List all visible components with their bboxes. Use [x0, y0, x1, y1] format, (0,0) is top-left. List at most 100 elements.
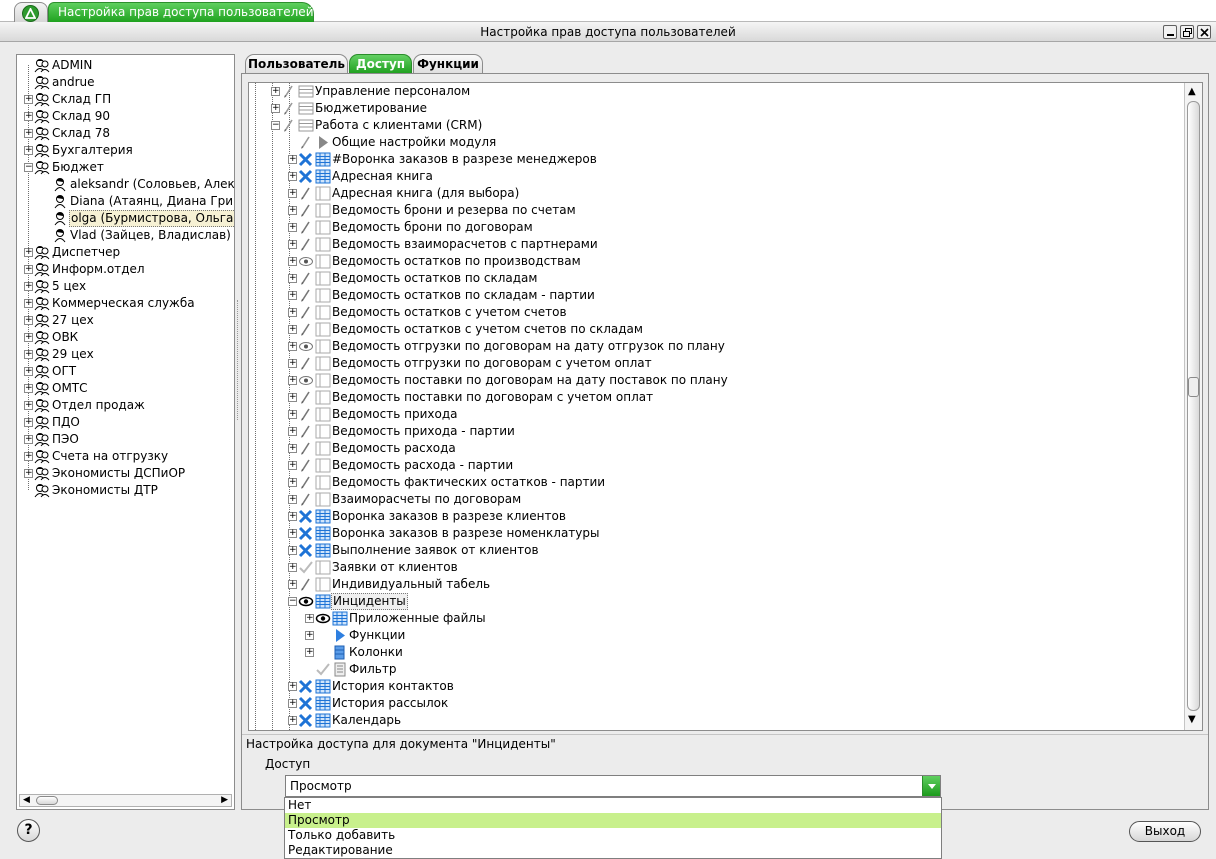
tree-item[interactable]: + Взаиморасчеты по договорам — [249, 491, 1179, 508]
tree-item[interactable]: + ПДО — [17, 414, 234, 431]
tree-item[interactable]: + Управление персоналом — [249, 83, 1179, 100]
tree-item[interactable]: + История рассылок — [249, 695, 1179, 712]
tree-item[interactable]: + Воронка заказов в разрезе номенклатуры — [249, 525, 1179, 542]
tree-item[interactable]: + Бухгалтерия — [17, 142, 234, 159]
tree-item[interactable]: − Инциденты — [249, 593, 1179, 610]
expand-icon[interactable]: + — [24, 435, 33, 444]
expand-icon[interactable]: + — [24, 316, 33, 325]
access-select[interactable]: Просмотр — [285, 775, 941, 797]
expand-icon[interactable]: + — [24, 367, 33, 376]
expand-icon[interactable]: + — [288, 291, 297, 300]
tree-item[interactable]: + Ведомость поставки по договорам на дату… — [249, 372, 1179, 389]
tree-item[interactable]: + Индивидуальный табель — [249, 576, 1179, 593]
tree-item[interactable]: + Ведомость остатков по складам — [249, 270, 1179, 287]
users-tree[interactable]: ADMIN andrue + Склад ГП + Склад 90 + Склад 78 + Б… — [17, 55, 234, 792]
expand-icon[interactable]: + — [24, 384, 33, 393]
tree-item[interactable]: + Ведомость прихода — [249, 406, 1179, 423]
tree-item[interactable]: + Ведомость отгрузки по договорам на дату… — [249, 338, 1179, 355]
expand-icon[interactable]: + — [288, 274, 297, 283]
expand-icon[interactable]: + — [288, 206, 297, 215]
tree-item[interactable]: + Ведомость остатков с учетом счетов — [249, 304, 1179, 321]
scroll-up-icon[interactable]: ▲ — [1188, 86, 1196, 97]
collapse-icon[interactable]: − — [24, 163, 33, 172]
expand-icon[interactable]: + — [288, 376, 297, 385]
tree-item[interactable]: + Ведомость остатков по производствам — [249, 253, 1179, 270]
tree-item[interactable]: + Счета на отгрузку — [17, 448, 234, 465]
tree-item[interactable]: + Отдел продаж — [17, 397, 234, 414]
tree-item[interactable]: − Бюджет — [17, 159, 234, 176]
expand-icon[interactable]: + — [288, 240, 297, 249]
expand-icon[interactable]: + — [24, 95, 33, 104]
expand-icon[interactable]: + — [24, 248, 33, 257]
dropdown-button[interactable] — [922, 776, 940, 796]
scrollbar-thumb[interactable] — [36, 796, 58, 805]
expand-icon[interactable]: + — [288, 223, 297, 232]
tree-item[interactable]: ADMIN — [17, 57, 234, 74]
expand-icon[interactable]: + — [288, 444, 297, 453]
dropdown-option-add-only[interactable]: Только добавить — [285, 828, 941, 843]
window-tab[interactable]: Настройка прав доступа пользователей — [48, 2, 314, 22]
tree-item[interactable]: Фильтр — [249, 661, 1179, 678]
expand-icon[interactable]: + — [288, 580, 297, 589]
users-tree-hscrollbar[interactable]: ◀ ▶ — [19, 794, 232, 807]
expand-icon[interactable]: + — [24, 112, 33, 121]
tree-item[interactable]: + Ведомость брони и резерва по счетам — [249, 202, 1179, 219]
tree-item[interactable]: + Ведомость фактических остатков - партии — [249, 474, 1179, 491]
help-button[interactable]: ? — [17, 819, 40, 842]
expand-icon[interactable]: + — [24, 333, 33, 342]
panel-splitter[interactable] — [237, 300, 240, 420]
tree-item[interactable]: + Ведомость взаиморасчетов с партнерами — [249, 236, 1179, 253]
tree-item[interactable]: + Выполнение заявок от клиентов — [249, 542, 1179, 559]
tree-item[interactable]: + ОГТ — [17, 363, 234, 380]
expand-icon[interactable]: + — [24, 299, 33, 308]
expand-icon[interactable]: + — [288, 393, 297, 402]
expand-icon[interactable]: + — [305, 631, 314, 640]
expand-icon[interactable]: + — [288, 308, 297, 317]
dropdown-option-view[interactable]: Просмотр — [285, 813, 941, 828]
tree-item[interactable]: + Склад ГП — [17, 91, 234, 108]
tree-item[interactable]: + Функции — [249, 627, 1179, 644]
dropdown-option-none[interactable]: Нет — [285, 798, 941, 813]
expand-icon[interactable]: + — [288, 172, 297, 181]
tree-item[interactable]: +5 цех — [17, 278, 234, 295]
scroll-left-icon[interactable]: ◀ — [23, 795, 30, 805]
tree-item[interactable]: Общие настройки модуля — [249, 134, 1179, 151]
tab-access[interactable]: Доступ — [349, 54, 412, 74]
expand-icon[interactable]: + — [24, 350, 33, 359]
expand-icon[interactable]: + — [24, 452, 33, 461]
close-button[interactable] — [1197, 25, 1211, 39]
expand-icon[interactable]: + — [288, 546, 297, 555]
expand-icon[interactable]: + — [271, 87, 280, 96]
expand-icon[interactable]: + — [24, 469, 33, 478]
access-tree-vscrollbar[interactable]: ▲ ▼ — [1184, 83, 1202, 730]
tree-item[interactable]: + Ведомость расхода - партии — [249, 457, 1179, 474]
expand-icon[interactable]: + — [288, 563, 297, 572]
expand-icon[interactable]: + — [288, 682, 297, 691]
tree-item[interactable]: + Ведомость отгрузки по договорам с учето… — [249, 355, 1179, 372]
scrollbar-thumb[interactable] — [1187, 101, 1200, 711]
tree-item[interactable]: + Календарь — [249, 712, 1179, 729]
expand-icon[interactable]: + — [288, 716, 297, 725]
tree-item[interactable]: Diana (Атаянц, Диана Григо — [17, 193, 234, 210]
expand-icon[interactable]: + — [24, 401, 33, 410]
expand-icon[interactable]: + — [271, 104, 280, 113]
tree-item[interactable]: − Работа с клиентами (CRM) — [249, 117, 1179, 134]
tree-item[interactable]: + Ведомость остатков по складам - партии — [249, 287, 1179, 304]
tree-item[interactable]: + Ведомость расхода — [249, 440, 1179, 457]
expand-icon[interactable]: + — [288, 427, 297, 436]
tree-item[interactable]: + Экономисты ДСПиОР — [17, 465, 234, 482]
expand-icon[interactable]: + — [288, 155, 297, 164]
tree-item[interactable]: andrue — [17, 74, 234, 91]
expand-icon[interactable]: + — [24, 265, 33, 274]
expand-icon[interactable]: + — [24, 282, 33, 291]
tree-item[interactable]: + Информ.отдел — [17, 261, 234, 278]
tree-item[interactable]: + История контактов — [249, 678, 1179, 695]
dropdown-option-edit[interactable]: Редактирование — [285, 843, 941, 858]
tree-item[interactable]: + Коммерческая служба — [17, 295, 234, 312]
home-logo-tab[interactable] — [14, 2, 48, 22]
expand-icon[interactable]: + — [305, 648, 314, 657]
expand-icon[interactable]: + — [288, 325, 297, 334]
tree-item[interactable]: + Приложенные файлы — [249, 610, 1179, 627]
expand-icon[interactable]: + — [288, 512, 297, 521]
expand-icon[interactable]: + — [24, 146, 33, 155]
